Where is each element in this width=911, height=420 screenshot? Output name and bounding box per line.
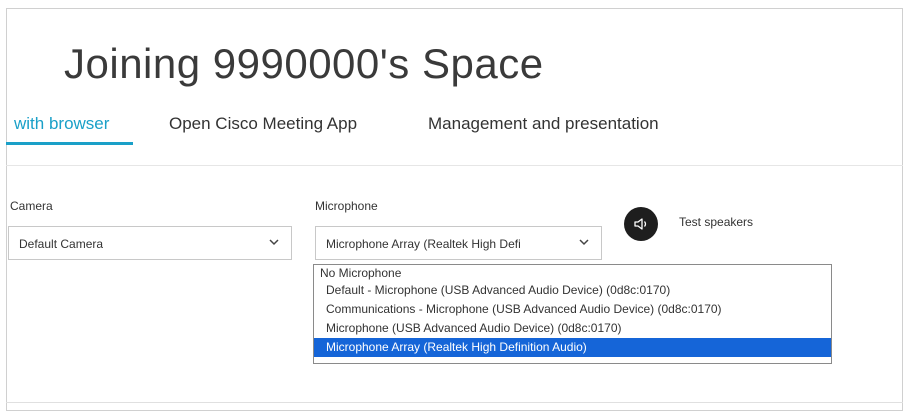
test-speakers-label[interactable]: Test speakers [679, 215, 753, 229]
active-tab-indicator [6, 142, 133, 145]
bottom-divider [6, 402, 903, 403]
camera-selected-value: Default Camera [19, 237, 104, 251]
microphone-select[interactable]: Microphone Array (Realtek High Defi [315, 226, 602, 260]
tab-open-cisco-meeting-app[interactable]: Open Cisco Meeting App [169, 114, 357, 134]
tab-management-and-presentation[interactable]: Management and presentation [428, 114, 659, 134]
camera-label: Camera [10, 199, 53, 213]
page-title: Joining 9990000's Space [64, 40, 544, 87]
microphone-option-highlighted[interactable]: Microphone Array (Realtek High Definitio… [314, 338, 831, 357]
microphone-option[interactable]: Communications - Microphone (USB Advance… [314, 300, 831, 319]
microphone-label: Microphone [315, 199, 378, 213]
tab-join-with-browser[interactable]: with browser [14, 114, 109, 134]
microphone-options-list: No Microphone Default - Microphone (USB … [313, 264, 832, 364]
microphone-selected-value: Microphone Array (Realtek High Defi [326, 237, 521, 251]
camera-select[interactable]: Default Camera [8, 226, 292, 260]
microphone-option[interactable]: Microphone (USB Advanced Audio Device) (… [314, 319, 831, 338]
microphone-option[interactable]: No Microphone [314, 265, 831, 281]
tabs-divider [6, 165, 903, 166]
test-speakers-button[interactable] [624, 207, 658, 241]
chevron-down-icon [267, 235, 281, 249]
join-tabs: with browser Open Cisco Meeting App Mana… [0, 114, 911, 154]
microphone-option[interactable]: Default - Microphone (USB Advanced Audio… [314, 281, 831, 300]
chevron-down-icon [577, 235, 591, 249]
